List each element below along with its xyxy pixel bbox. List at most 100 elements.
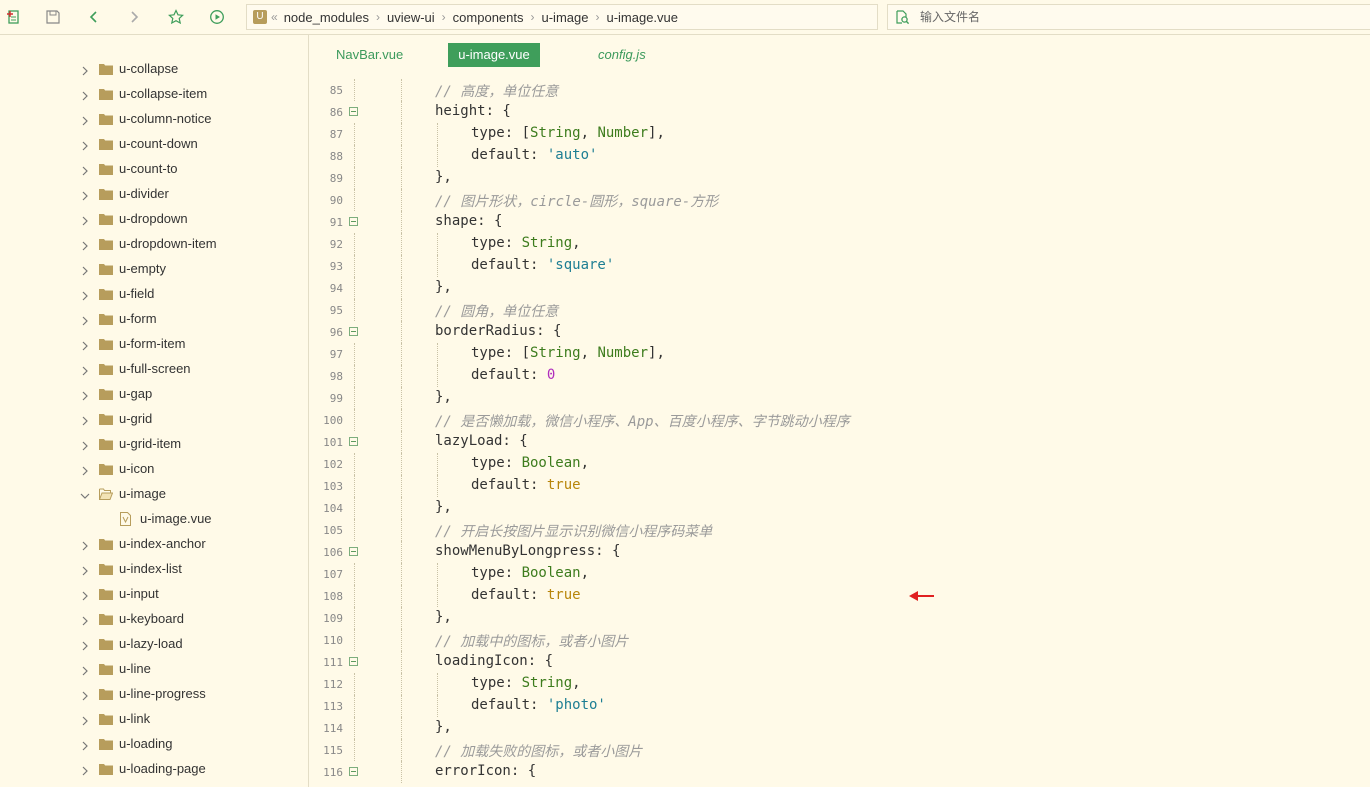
fold-toggle-icon[interactable] [349, 547, 358, 556]
tree-folder-item[interactable]: u-dropdown [0, 207, 308, 232]
code-line[interactable]: 99}, [309, 387, 1370, 409]
tree-folder-item[interactable]: u-image [0, 482, 308, 507]
code-line[interactable]: 114}, [309, 717, 1370, 739]
tree-folder-item[interactable]: u-gap [0, 382, 308, 407]
chevron-right-icon[interactable] [80, 439, 90, 451]
chevron-right-icon[interactable] [80, 264, 90, 276]
code-line[interactable]: 92 type: String, [309, 233, 1370, 255]
breadcrumb-item[interactable]: components [453, 10, 524, 25]
chevron-right-icon[interactable] [80, 764, 90, 776]
tree-folder-item[interactable]: u-form-item [0, 332, 308, 357]
tree-folder-item[interactable]: u-count-down [0, 132, 308, 157]
favorite-icon[interactable] [166, 7, 186, 27]
tree-folder-item[interactable]: u-keyboard [0, 607, 308, 632]
chevron-right-icon[interactable] [80, 339, 90, 351]
fold-toggle-icon[interactable] [349, 657, 358, 666]
tree-folder-item[interactable]: u-collapse-item [0, 82, 308, 107]
code-line[interactable]: 86 height: { [309, 101, 1370, 123]
chevron-right-icon[interactable] [80, 589, 90, 601]
back-icon[interactable] [84, 7, 104, 27]
code-line[interactable]: 110 // 加载中的图标，或者小图片 [309, 629, 1370, 651]
code-line[interactable]: 89}, [309, 167, 1370, 189]
tab-navbar[interactable]: NavBar.vue [324, 43, 415, 67]
breadcrumb-item[interactable]: u-image.vue [606, 10, 678, 25]
code-line[interactable]: 98 default: 0 [309, 365, 1370, 387]
tree-folder-item[interactable]: u-full-screen [0, 357, 308, 382]
chevron-right-icon[interactable] [80, 464, 90, 476]
chevron-right-icon[interactable] [80, 714, 90, 726]
code-line[interactable]: 102 type: Boolean, [309, 453, 1370, 475]
code-line[interactable]: 94}, [309, 277, 1370, 299]
breadcrumb-item[interactable]: u-image [542, 10, 589, 25]
tab-u-image[interactable]: u-image.vue [448, 43, 540, 67]
new-file-icon[interactable] [4, 7, 24, 27]
chevron-right-icon[interactable] [80, 564, 90, 576]
code-line[interactable]: 105 // 开启长按图片显示识别微信小程序码菜单 [309, 519, 1370, 541]
code-line[interactable]: 90 // 图片形状，circle-圆形，square-方形 [309, 189, 1370, 211]
tree-folder-item[interactable]: u-icon [0, 457, 308, 482]
tree-folder-item[interactable]: u-field [0, 282, 308, 307]
tree-folder-item[interactable]: u-grid-item [0, 432, 308, 457]
tree-folder-item[interactable]: u-loading-page [0, 757, 308, 782]
chevron-right-icon[interactable] [80, 164, 90, 176]
breadcrumb-item[interactable]: node_modules [284, 10, 369, 25]
tree-folder-item[interactable]: u-link [0, 707, 308, 732]
code-line[interactable]: 106 showMenuByLongpress: { [309, 541, 1370, 563]
code-line[interactable]: 104}, [309, 497, 1370, 519]
tree-file-item[interactable]: u-image.vue [0, 507, 308, 532]
fold-toggle-icon[interactable] [349, 107, 358, 116]
chevron-right-icon[interactable] [80, 664, 90, 676]
code-line[interactable]: 93 default: 'square' [309, 255, 1370, 277]
chevron-right-icon[interactable] [80, 214, 90, 226]
code-line[interactable]: 97 type: [String, Number], [309, 343, 1370, 365]
code-line[interactable]: 112 type: String, [309, 673, 1370, 695]
code-line[interactable]: 113 default: 'photo' [309, 695, 1370, 717]
chevron-right-icon[interactable] [80, 289, 90, 301]
code-line[interactable]: 108 default: true [309, 585, 1370, 607]
code-line[interactable]: 109}, [309, 607, 1370, 629]
tree-folder-item[interactable]: u-line-progress [0, 682, 308, 707]
fold-toggle-icon[interactable] [349, 437, 358, 446]
tree-folder-item[interactable]: u-empty [0, 257, 308, 282]
code-line[interactable]: 88 default: 'auto' [309, 145, 1370, 167]
chevron-right-icon[interactable] [80, 689, 90, 701]
chevron-right-icon[interactable] [80, 539, 90, 551]
chevron-right-icon[interactable] [80, 739, 90, 751]
code-line[interactable]: 116 errorIcon: { [309, 761, 1370, 783]
code-line[interactable]: 95 // 圆角，单位任意 [309, 299, 1370, 321]
fold-toggle-icon[interactable] [349, 767, 358, 776]
search-input[interactable] [920, 10, 1320, 24]
chevron-right-icon[interactable] [80, 314, 90, 326]
save-icon[interactable] [43, 7, 63, 27]
tree-folder-item[interactable]: u-dropdown-item [0, 232, 308, 257]
tree-folder-item[interactable]: u-grid [0, 407, 308, 432]
code-line[interactable]: 101 lazyLoad: { [309, 431, 1370, 453]
code-line[interactable]: 111 loadingIcon: { [309, 651, 1370, 673]
code-line[interactable]: 96 borderRadius: { [309, 321, 1370, 343]
tree-folder-item[interactable]: u-count-to [0, 157, 308, 182]
breadcrumb-item[interactable]: uview-ui [387, 10, 435, 25]
tree-folder-item[interactable]: u-index-list [0, 557, 308, 582]
code-line[interactable]: 103 default: true [309, 475, 1370, 497]
chevron-down-icon[interactable] [80, 489, 90, 499]
tree-folder-item[interactable]: u-form [0, 307, 308, 332]
chevron-right-icon[interactable] [80, 364, 90, 376]
chevron-right-icon[interactable] [80, 414, 90, 426]
tree-folder-item[interactable]: u-loading [0, 732, 308, 757]
tree-folder-item[interactable]: u-collapse [0, 57, 308, 82]
chevron-right-icon[interactable] [80, 114, 90, 126]
tree-folder-item[interactable]: u-line [0, 657, 308, 682]
chevron-right-icon[interactable] [80, 239, 90, 251]
chevron-right-icon[interactable] [80, 189, 90, 201]
tree-folder-item[interactable]: u-lazy-load [0, 632, 308, 657]
chevron-right-icon[interactable] [80, 614, 90, 626]
code-line[interactable]: 100 // 是否懒加载，微信小程序、App、百度小程序、字节跳动小程序 [309, 409, 1370, 431]
tree-folder-item[interactable]: u-divider [0, 182, 308, 207]
chevron-right-icon[interactable] [80, 64, 90, 76]
tree-folder-item[interactable]: u-input [0, 582, 308, 607]
run-icon[interactable] [207, 7, 227, 27]
code-line[interactable]: 115 // 加载失败的图标，或者小图片 [309, 739, 1370, 761]
forward-icon[interactable] [124, 7, 144, 27]
chevron-right-icon[interactable] [80, 389, 90, 401]
fold-toggle-icon[interactable] [349, 217, 358, 226]
